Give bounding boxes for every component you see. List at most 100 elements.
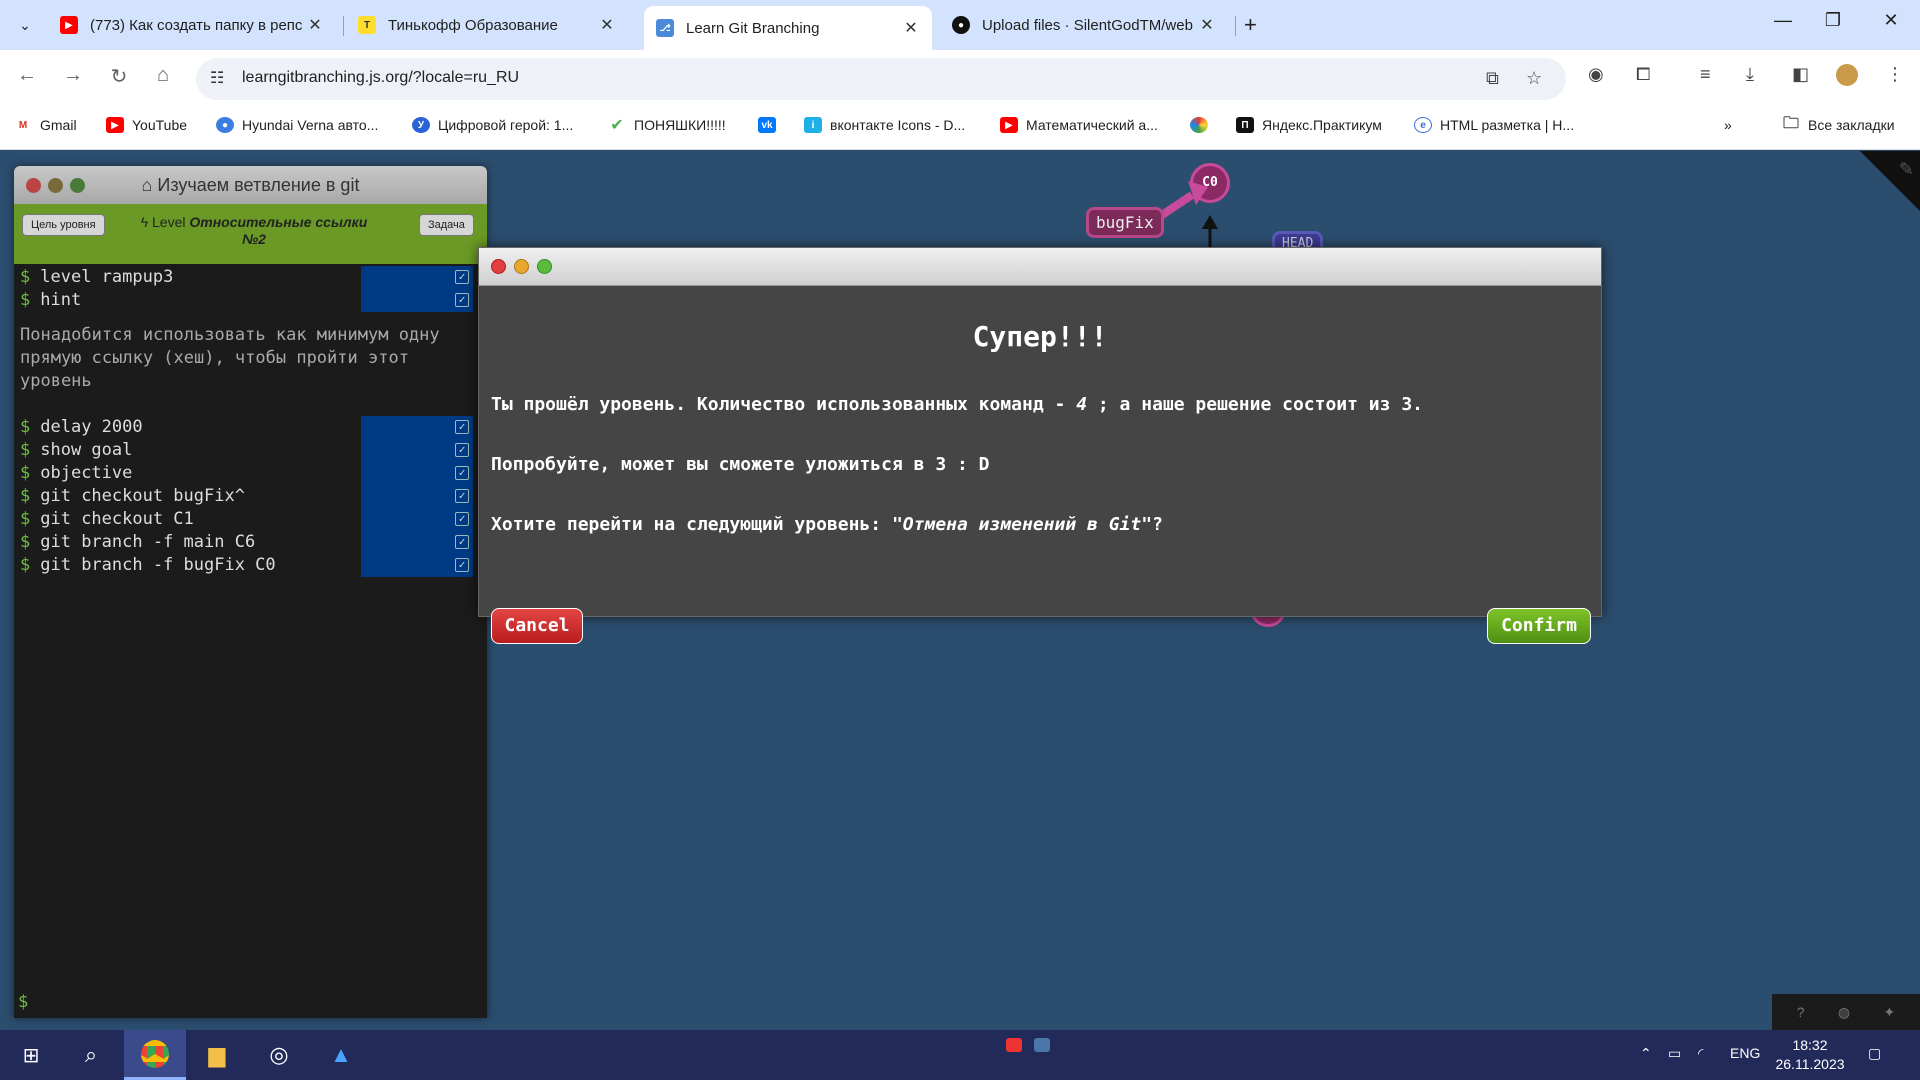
- home-icon: ⌂: [156, 64, 170, 86]
- search-icon: ⌕: [84, 1042, 98, 1067]
- taskbar-steam[interactable]: ◎: [248, 1030, 310, 1080]
- start-button[interactable]: ⊞: [0, 1030, 62, 1080]
- globe-icon[interactable]: ◍: [1838, 1004, 1850, 1021]
- fork-icon[interactable]: ✎: [1899, 159, 1914, 180]
- close-icon: ✕: [1883, 10, 1899, 30]
- minimize-button[interactable]: —: [1760, 10, 1806, 31]
- bookmark-math[interactable]: ▶ Математический а...: [1000, 117, 1158, 133]
- reload-button[interactable]: ↻: [104, 64, 134, 89]
- chevron-down-icon: ⌄: [19, 16, 31, 33]
- command-row: $ show goal ✓: [14, 439, 487, 462]
- restore-button[interactable]: ❐: [1810, 10, 1856, 31]
- search-button[interactable]: ⌕: [60, 1030, 122, 1080]
- hint-text: Понадобится использовать как минимум одн…: [20, 325, 440, 391]
- task-button[interactable]: Задача: [419, 214, 474, 236]
- checkbox-icon: ✓: [455, 489, 469, 503]
- command-row: $ git branch -f main C6 ✓: [14, 531, 487, 554]
- bookmark-html[interactable]: e HTML разметка | Н...: [1414, 117, 1574, 133]
- tab-search-button[interactable]: ⌄: [10, 12, 40, 38]
- command-input-prompt[interactable]: $: [18, 992, 28, 1012]
- hyundai-icon: ●: [216, 117, 234, 133]
- tab-youtube[interactable]: ▶ (773) Как создать папку в репс ✕: [48, 6, 336, 44]
- bookmark-gmail[interactable]: M Gmail: [14, 117, 77, 133]
- menu-icon[interactable]: ⋮: [1886, 64, 1904, 85]
- dialog-heading: Супер!!!: [972, 320, 1108, 353]
- bookmark-youtube[interactable]: ▶ YouTube: [106, 117, 187, 133]
- command-row: $ hint ✓: [14, 289, 487, 312]
- bookmark-hyundai[interactable]: ● Hyundai Verna авто...: [216, 117, 378, 133]
- translate-icon[interactable]: ⧉: [1486, 68, 1499, 89]
- taskbar: ⊞ ⌕ ▆ ◎ ▲ ⌃ ▭ ◜ ENG 18:32 26.11.2023 ▢: [0, 1030, 1920, 1080]
- taskbar-chrome[interactable]: [124, 1030, 186, 1080]
- back-button[interactable]: ←: [12, 64, 42, 87]
- terminal-panel: ⌂ Изучаем ветвление в git Цель уровня ϟ …: [14, 166, 487, 1018]
- language-indicator[interactable]: ENG: [1730, 1045, 1760, 1061]
- all-bookmarks[interactable]: 🗀 Все закладки: [1782, 115, 1895, 134]
- bookmark-color[interactable]: [1190, 117, 1216, 133]
- tab-learn-git-branching[interactable]: ⎇ Learn Git Branching ✕: [644, 6, 932, 50]
- chevron-up-icon[interactable]: ⌃: [1640, 1045, 1652, 1062]
- bookmark-star-icon[interactable]: ☆: [1526, 68, 1542, 89]
- twitter-icon[interactable]: ✦: [1884, 1004, 1896, 1021]
- close-icon[interactable]: ✕: [1198, 15, 1216, 35]
- confirm-button[interactable]: Confirm: [1487, 608, 1591, 644]
- close-window-button[interactable]: ✕: [1868, 10, 1914, 31]
- extensions-puzzle-icon[interactable]: ⧠: [1636, 64, 1650, 85]
- bookmarks-bar: M Gmail ▶ YouTube ● Hyundai Verna авто... У…: [0, 108, 1920, 150]
- tab-github-upload[interactable]: ● Upload files · SilentGodTM/web ✕: [940, 6, 1228, 44]
- dialog-result-line: Ты прошёл уровень. Количество использова…: [491, 394, 1423, 415]
- site-info-icon[interactable]: ☷: [210, 68, 224, 88]
- notifications-icon[interactable]: ▢: [1868, 1045, 1881, 1062]
- help-icon[interactable]: ?: [1797, 1004, 1805, 1020]
- command-row: $ objective ✓: [14, 462, 487, 485]
- terminal-titlebar: ⌂ Изучаем ветвление в git: [14, 166, 487, 204]
- media-control-icon[interactable]: ≡: [1700, 64, 1711, 85]
- level-goal-button[interactable]: Цель уровня: [22, 214, 105, 236]
- download-icon[interactable]: ⤓: [1746, 64, 1754, 85]
- home-button[interactable]: ⌂: [148, 64, 178, 87]
- checkbox-icon: ✓: [455, 512, 469, 526]
- close-icon[interactable]: ✕: [902, 18, 920, 38]
- cancel-button[interactable]: Cancel: [491, 608, 583, 644]
- bookmark-vk[interactable]: vk: [758, 117, 784, 133]
- bookmark-yandex-practicum[interactable]: П Яндекс.Практикум: [1236, 117, 1382, 133]
- youtube-icon: ▶: [60, 16, 78, 34]
- plus-icon: +: [1244, 12, 1257, 37]
- command-row: $ level rampup3 ✓: [14, 266, 487, 289]
- home-icon: ⌂: [141, 175, 158, 195]
- taskbar-photos[interactable]: ▲: [310, 1030, 372, 1080]
- folder-icon: ▆: [208, 1042, 226, 1067]
- bookmark-ponyashki[interactable]: ✔ ПОНЯШКИ!!!!!: [608, 117, 725, 134]
- close-icon[interactable]: ✕: [598, 15, 616, 35]
- bookmarks-overflow-button[interactable]: »: [1724, 117, 1732, 133]
- arrow-left-icon: ←: [17, 64, 37, 86]
- branch-label-bugfix[interactable]: bugFix: [1086, 207, 1164, 238]
- wifi-icon[interactable]: ◜: [1698, 1045, 1703, 1062]
- forward-button[interactable]: →: [58, 64, 88, 87]
- youtube-tray-icon[interactable]: [1006, 1038, 1022, 1052]
- new-tab-button[interactable]: +: [1244, 12, 1257, 38]
- minimize-dot[interactable]: [514, 259, 529, 274]
- command-row: $ git checkout bugFix^ ✓: [14, 485, 487, 508]
- side-panel-icon[interactable]: ◧: [1792, 64, 1809, 85]
- bookmark-vk-icons[interactable]: i вконтакте Icons - D...: [804, 117, 965, 133]
- battery-icon[interactable]: ▭: [1668, 1045, 1681, 1062]
- checkbox-icon: ✓: [455, 443, 469, 457]
- checkbox-icon: ✓: [455, 420, 469, 434]
- bookmark-digital-hero[interactable]: У Цифровой герой: 1...: [412, 117, 573, 133]
- clock[interactable]: 18:32 26.11.2023: [1772, 1036, 1848, 1074]
- vk-tray-icon[interactable]: [1034, 1038, 1050, 1052]
- address-bar[interactable]: ☷ learngitbranching.js.org/?locale=ru_RU…: [196, 58, 1566, 100]
- close-icon[interactable]: ✕: [306, 15, 324, 35]
- browser-toolbar: ← → ↻ ⌂ ☷ learngitbranching.js.org/?loca…: [0, 50, 1920, 108]
- close-dot[interactable]: [491, 259, 506, 274]
- extension-icon[interactable]: ◉: [1588, 64, 1604, 85]
- steam-icon: ◎: [269, 1042, 289, 1067]
- chrome-icon: [141, 1039, 169, 1068]
- address-url[interactable]: learngitbranching.js.org/?locale=ru_RU: [242, 69, 519, 87]
- avatar[interactable]: [1836, 64, 1858, 86]
- checkbox-icon: ✓: [455, 558, 469, 572]
- maximize-dot[interactable]: [537, 259, 552, 274]
- taskbar-explorer[interactable]: ▆: [186, 1030, 248, 1080]
- tab-tinkoff[interactable]: T Тинькофф Образование ✕: [346, 6, 628, 44]
